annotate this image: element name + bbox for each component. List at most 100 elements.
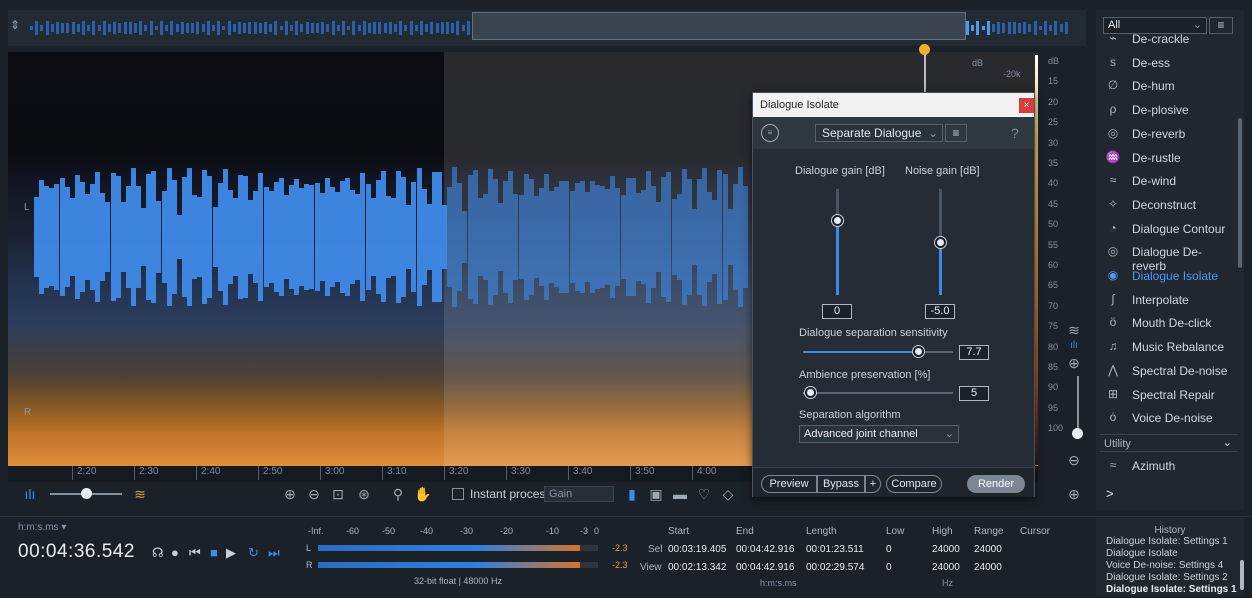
spectrogram-view-icon[interactable]: ≋: [132, 486, 148, 502]
collapse-overview-icon[interactable]: ⇕: [10, 18, 20, 32]
module-item-azimuth[interactable]: ≈ Azimuth: [1104, 457, 1234, 477]
sel-row-label: Sel: [648, 544, 663, 555]
overview-wave-segment: [61, 22, 65, 34]
zoom-fit-icon[interactable]: ⊛: [356, 486, 372, 502]
preset-menu-icon[interactable]: ≡: [945, 124, 967, 142]
waveform-view-icon[interactable]: ılı: [22, 486, 38, 502]
noise-gain-knob[interactable]: [935, 237, 946, 248]
blend-slider-knob[interactable]: [81, 488, 92, 499]
zoom-out-icon[interactable]: ⊖: [306, 486, 322, 502]
compare-button[interactable]: Compare: [886, 475, 942, 493]
module-item-interpolate[interactable]: ∫ Interpolate: [1104, 291, 1234, 311]
history-item[interactable]: Voice De-noise: Settings 4: [1106, 560, 1223, 571]
loop-icon[interactable]: ↻: [248, 545, 259, 561]
time-format-select[interactable]: h:m:s.ms ▾: [18, 522, 66, 533]
dialog-title[interactable]: Dialogue Isolate: [753, 93, 1034, 117]
close-icon[interactable]: ×: [1019, 98, 1034, 113]
view-value[interactable]: 24000: [932, 562, 960, 573]
vertical-zoom-in-icon[interactable]: ⊕: [1066, 355, 1082, 371]
zoom-selection-icon[interactable]: ⊡: [330, 486, 346, 502]
module-item-mouth-de-click[interactable]: ö Mouth De-click: [1104, 314, 1234, 334]
selection-value[interactable]: 24000: [974, 544, 1002, 555]
bypass-button[interactable]: Bypass: [817, 475, 865, 493]
history-item[interactable]: Dialogue Isolate: Settings 1: [1106, 584, 1237, 595]
view-value[interactable]: 00:02:13.342: [668, 562, 726, 573]
play-selection-icon[interactable]: ▶: [226, 545, 236, 561]
brush-tool-icon[interactable]: ◇: [720, 486, 736, 502]
selection-value[interactable]: 24000: [932, 544, 960, 555]
play-to-end-icon[interactable]: ⏭: [268, 545, 280, 561]
dialogue-gain-value[interactable]: 0: [822, 304, 852, 319]
history-item[interactable]: Dialogue Isolate: Settings 1: [1106, 536, 1228, 547]
time-tick-label: 2:20: [72, 466, 96, 480]
selection-header: Cursor: [1020, 526, 1051, 537]
time-tick-label: 2:40: [196, 466, 220, 480]
selection-value[interactable]: 00:04:42.916: [736, 544, 794, 555]
preset-icon[interactable]: ≡: [761, 124, 779, 142]
module-item-de-reverb[interactable]: ◎ De-reverb: [1104, 125, 1234, 145]
module-item-deconstruct[interactable]: ✧ Deconstruct: [1104, 196, 1234, 216]
db-tick-label: 15: [1048, 76, 1059, 87]
module-item-de-wind[interactable]: ≈ De-wind: [1104, 172, 1234, 192]
module-item-de-rustle[interactable]: ♒ De-rustle: [1104, 149, 1234, 169]
zoom-in-icon[interactable]: ⊕: [282, 486, 298, 502]
preview-button[interactable]: Preview: [761, 475, 817, 493]
frequency-selection-tool-icon[interactable]: ▣: [648, 486, 664, 502]
view-value[interactable]: 00:04:42.916: [736, 562, 794, 573]
zoom-tool-icon[interactable]: ⚲: [390, 486, 406, 502]
vertical-zoom-slider[interactable]: [1077, 376, 1079, 428]
module-item-voice-de-noise[interactable]: ȯ Voice De-noise: [1104, 409, 1234, 429]
module-item-dialogue-de-reverb[interactable]: ◎ Dialogue De-reverb: [1104, 243, 1234, 273]
playhead-marker[interactable]: [919, 44, 930, 55]
selection-value[interactable]: 0: [886, 544, 892, 555]
module-item-spectral-repair[interactable]: ⊞ Spectral Repair: [1104, 386, 1234, 406]
record-icon[interactable]: ●: [171, 545, 179, 560]
time-selection-tool-icon[interactable]: ▮: [624, 486, 640, 502]
ambience-knob[interactable]: [805, 387, 816, 398]
noise-gain-value[interactable]: -5.0: [925, 304, 955, 319]
hand-tool-icon[interactable]: ✋: [414, 486, 431, 502]
dialogue-gain-knob[interactable]: [832, 215, 843, 226]
selection-value[interactable]: 00:03:19.405: [668, 544, 726, 555]
module-item-music-rebalance[interactable]: ♫ Music Rebalance: [1104, 338, 1234, 358]
sensitivity-value[interactable]: 7.7: [959, 345, 989, 360]
module-item-de-ess[interactable]: s De-ess: [1104, 54, 1234, 74]
module-item-dialogue-isolate[interactable]: ◉ Dialogue Isolate: [1104, 267, 1234, 287]
overview-view-window[interactable]: [472, 12, 966, 40]
module-item-spectral-de-noise[interactable]: ⋀ Spectral De-noise: [1104, 362, 1234, 382]
go-to-start-icon[interactable]: ⏮: [189, 545, 201, 561]
waveform-settings-icon[interactable]: ılı: [1066, 338, 1082, 354]
module-item-de-crackle[interactable]: ⌁ De-crackle: [1104, 30, 1234, 50]
history-item[interactable]: Dialogue Isolate: Settings 2: [1106, 572, 1228, 583]
history-scrollbar[interactable]: [1240, 560, 1244, 590]
view-value[interactable]: 24000: [974, 562, 1002, 573]
vertical-zoom-out-icon[interactable]: ⊖: [1066, 452, 1082, 468]
spectrogram-settings-icon[interactable]: ≋: [1066, 322, 1082, 338]
module-item-dialogue-contour[interactable]: ◔ Dialogue Contour: [1104, 220, 1234, 240]
sensitivity-knob[interactable]: [913, 346, 924, 357]
headphones-icon[interactable]: ☊: [152, 545, 164, 561]
stop-icon[interactable]: ■: [210, 545, 218, 560]
utility-section-header[interactable]: Utility ⌄: [1100, 434, 1238, 452]
help-button[interactable]: ?: [1011, 125, 1019, 141]
vertical-zoom-knob[interactable]: [1072, 428, 1083, 439]
horizontal-zoom-in-icon[interactable]: ⊕: [1066, 486, 1082, 502]
render-button[interactable]: Render: [967, 475, 1025, 493]
view-value[interactable]: 0: [886, 562, 892, 573]
algorithm-select[interactable]: Advanced joint channel ⌄: [799, 425, 959, 443]
time-frequency-selection-tool-icon[interactable]: ▬: [672, 486, 688, 502]
ambience-value[interactable]: 5: [959, 386, 989, 401]
bypass-add-button[interactable]: +: [865, 475, 881, 493]
module-item-de-hum[interactable]: ∅ De-hum: [1104, 77, 1234, 97]
ambience-track[interactable]: [803, 392, 953, 394]
selection-value[interactable]: 00:01:23.511: [806, 544, 864, 555]
history-item[interactable]: Dialogue Isolate: [1106, 548, 1178, 559]
lasso-tool-icon[interactable]: ♡: [696, 486, 712, 502]
preset-select[interactable]: Separate Dialogue ⌄: [815, 124, 943, 142]
instant-process-mode-select[interactable]: Gain: [544, 486, 614, 502]
view-value[interactable]: 00:02:29.574: [806, 562, 864, 573]
module-list-scrollbar[interactable]: [1238, 118, 1242, 268]
instant-process-checkbox[interactable]: [452, 488, 464, 500]
module-item-de-plosive[interactable]: ρ De-plosive: [1104, 101, 1234, 121]
more-modules-button[interactable]: >: [1106, 486, 1114, 501]
